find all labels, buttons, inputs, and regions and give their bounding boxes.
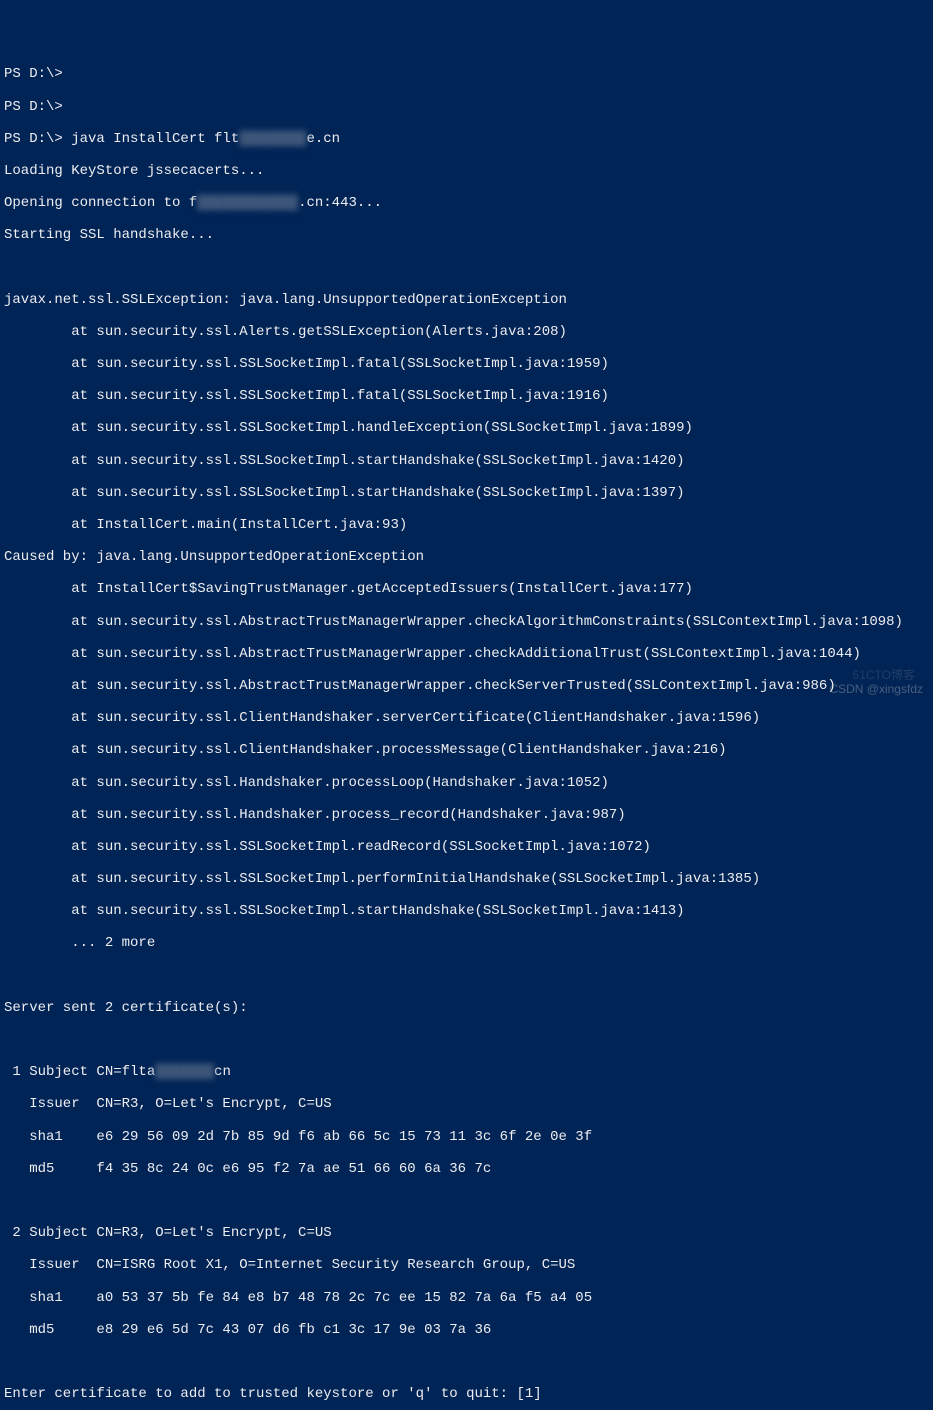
output-line: Loading KeyStore jssecacerts... [4,163,929,179]
stack-trace-line: at sun.security.ssl.SSLSocketImpl.startH… [4,485,929,501]
stack-trace-line: at sun.security.ssl.Handshaker.processLo… [4,775,929,791]
cert-md5-line: md5 e8 29 e6 5d 7c 43 07 d6 fb c1 3c 17 … [4,1322,929,1338]
blank-line [4,1193,929,1209]
output-line: Opening connection to f████████████.cn:4… [4,195,929,211]
cert-md5-line: md5 f4 35 8c 24 0c e6 95 f2 7a ae 51 66 … [4,1161,929,1177]
exception-line: javax.net.ssl.SSLException: java.lang.Un… [4,292,929,308]
cert-subject-line: 2 Subject CN=R3, O=Let's Encrypt, C=US [4,1225,929,1241]
obscured-text: ████████████ [197,195,298,211]
stack-trace-line: at sun.security.ssl.SSLSocketImpl.handle… [4,420,929,436]
caused-by-line: Caused by: java.lang.UnsupportedOperatio… [4,549,929,565]
stack-trace-line: at sun.security.ssl.SSLSocketImpl.fatal(… [4,356,929,372]
prompt-line: PS D:\> [4,66,929,82]
cert-text: 1 Subject CN=flta [4,1064,155,1080]
blank-line [4,1032,929,1048]
stack-trace-line: at sun.security.ssl.AbstractTrustManager… [4,614,929,630]
watermark-text: CSDN @xingsfdz [829,683,923,697]
cert-sha1-line: sha1 a0 53 37 5b fe 84 e8 b7 48 78 2c 7c… [4,1290,929,1306]
stack-trace-line: at sun.security.ssl.SSLSocketImpl.perfor… [4,871,929,887]
stack-trace-line: at sun.security.ssl.AbstractTrustManager… [4,678,929,694]
blank-line [4,1354,929,1370]
stack-trace-line: at sun.security.ssl.SSLSocketImpl.readRe… [4,839,929,855]
stack-trace-more: ... 2 more [4,935,929,951]
command-suffix: e.cn [306,131,340,147]
stack-trace-line: at sun.security.ssl.ClientHandshaker.ser… [4,710,929,726]
stack-trace-line: at sun.security.ssl.SSLSocketImpl.fatal(… [4,388,929,404]
output-text: Opening connection to f [4,195,197,211]
stack-trace-line: at sun.security.ssl.SSLSocketImpl.startH… [4,453,929,469]
watermark-text: 51CTO博客 [853,669,915,683]
stack-trace-line: at sun.security.ssl.Handshaker.process_r… [4,807,929,823]
blank-line [4,968,929,984]
prompt-text: PS D:\> java InstallCert flt [4,131,239,147]
cert-issuer-line: Issuer CN=ISRG Root X1, O=Internet Secur… [4,1257,929,1273]
output-line: Starting SSL handshake... [4,227,929,243]
obscured-text: ████████ [239,131,306,147]
prompt-line: PS D:\> [4,99,929,115]
cert-sha1-line: sha1 e6 29 56 09 2d 7b 85 9d f6 ab 66 5c… [4,1129,929,1145]
server-sent-line: Server sent 2 certificate(s): [4,1000,929,1016]
stack-trace-line: at sun.security.ssl.ClientHandshaker.pro… [4,742,929,758]
cert-subject-line: 1 Subject CN=flta███████cn [4,1064,929,1080]
command-line: PS D:\> java InstallCert flt████████e.cn [4,131,929,147]
blank-line [4,260,929,276]
stack-trace-line: at sun.security.ssl.AbstractTrustManager… [4,646,929,662]
stack-trace-line: at sun.security.ssl.SSLSocketImpl.startH… [4,903,929,919]
stack-trace-line: at sun.security.ssl.Alerts.getSSLExcepti… [4,324,929,340]
input-prompt-line: Enter certificate to add to trusted keys… [4,1386,929,1402]
cert-text: cn [214,1064,231,1080]
cert-issuer-line: Issuer CN=R3, O=Let's Encrypt, C=US [4,1096,929,1112]
stack-trace-line: at InstallCert.main(InstallCert.java:93) [4,517,929,533]
obscured-text: ███████ [155,1064,214,1080]
output-text: .cn:443... [298,195,382,211]
stack-trace-line: at InstallCert$SavingTrustManager.getAcc… [4,581,929,597]
